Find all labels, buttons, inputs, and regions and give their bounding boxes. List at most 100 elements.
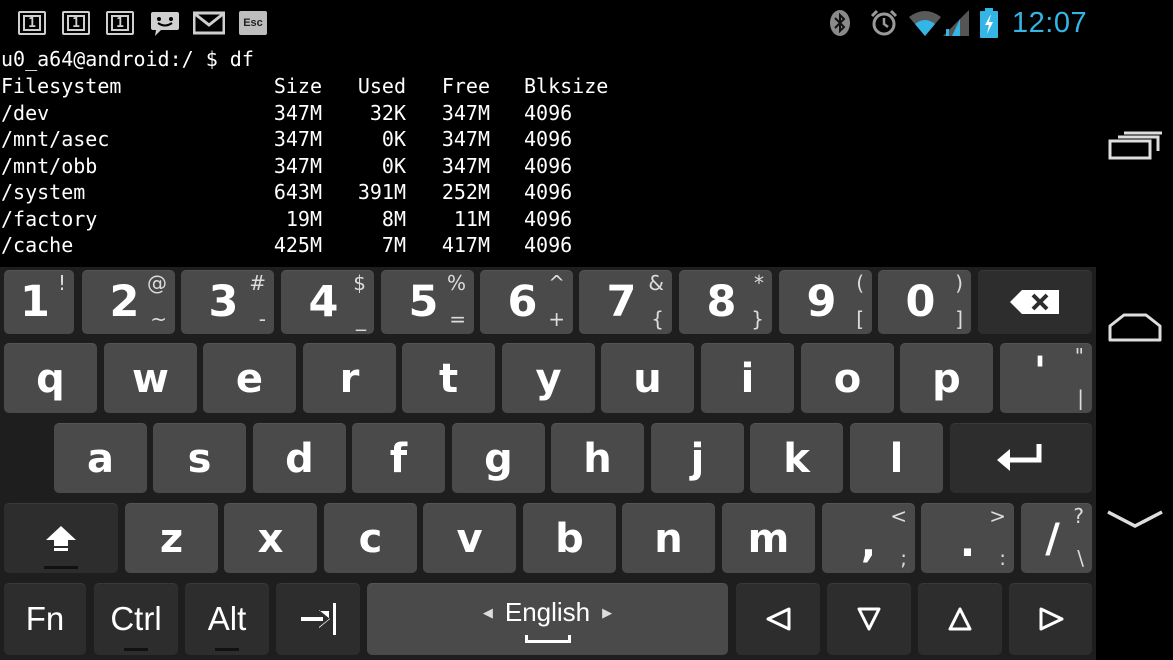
- prompt-line: u0_a64@android:/ $ df: [1, 47, 254, 71]
- terminal-output[interactable]: u0_a64@android:/ $ df Filesystem Size Us…: [0, 45, 1096, 267]
- esc-icon[interactable]: Esc: [239, 11, 267, 35]
- key-6[interactable]: 6 ^ +: [480, 270, 573, 334]
- table-cell: 391M: [357, 180, 406, 204]
- terminal-window-1-icon[interactable]: 1: [18, 11, 46, 35]
- arrow-right-key[interactable]: [1009, 583, 1092, 655]
- soft-keyboard: 1 ! 2 @ ~ 3 # - 4 $ _ 5 % = 6 ^ + 7 & { …: [0, 267, 1096, 660]
- shift-key[interactable]: [4, 503, 118, 573]
- table-cell: 643M: [273, 180, 322, 204]
- key-b[interactable]: b: [523, 503, 616, 573]
- arrow-up-key[interactable]: [918, 583, 1002, 655]
- key-p[interactable]: p: [900, 343, 993, 413]
- key-hint-top: ": [1074, 344, 1084, 368]
- key-k[interactable]: k: [750, 423, 843, 493]
- key-2[interactable]: 2 @ ~: [82, 270, 175, 334]
- key-hint-top: >: [989, 504, 1006, 528]
- key-comma[interactable]: , < ;: [822, 503, 915, 573]
- key-f[interactable]: f: [352, 423, 445, 493]
- key-slash[interactable]: / ? \: [1021, 503, 1092, 573]
- chat-bubble-icon[interactable]: [149, 11, 181, 37]
- enter-key[interactable]: [950, 423, 1092, 493]
- key-q[interactable]: q: [4, 343, 97, 413]
- fn-key[interactable]: Fn: [4, 583, 86, 655]
- tab-key[interactable]: [276, 583, 360, 655]
- home-icon[interactable]: [1096, 288, 1173, 368]
- key-h[interactable]: h: [551, 423, 644, 493]
- key-7[interactable]: 7 & {: [579, 270, 672, 334]
- status-bar: 1 1 1 Esc 12:07: [0, 0, 1096, 46]
- key-main-label: b: [555, 516, 584, 562]
- column-header: Filesystem: [1, 74, 122, 98]
- key-hint-bottom: ~: [150, 307, 167, 331]
- table-row: /mnt/asec 347M 0K 347M 4096: [0, 126, 610, 153]
- key-w[interactable]: w: [104, 343, 197, 413]
- key-n[interactable]: n: [622, 503, 715, 573]
- key-u[interactable]: u: [601, 343, 694, 413]
- key-hint-top: &: [648, 271, 664, 295]
- key-g[interactable]: g: [452, 423, 545, 493]
- key-y[interactable]: y: [502, 343, 595, 413]
- key-c[interactable]: c: [324, 503, 417, 573]
- hide-keyboard-icon[interactable]: [1096, 480, 1173, 560]
- table-header-row: Filesystem Size Used Free Blksize: [0, 73, 610, 100]
- language-selector: ◀ English ▶: [367, 597, 728, 628]
- key-t[interactable]: t: [402, 343, 495, 413]
- key-main-label: c: [358, 516, 383, 562]
- key-j[interactable]: j: [651, 423, 744, 493]
- key-o[interactable]: o: [801, 343, 894, 413]
- key-main-label: t: [438, 356, 459, 402]
- key-period[interactable]: . > :: [921, 503, 1014, 573]
- recent-apps-icon[interactable]: [1096, 106, 1173, 186]
- key-0[interactable]: 0 ) ]: [878, 270, 971, 334]
- arrow-up-icon: [918, 583, 1002, 655]
- alt-key[interactable]: Alt: [185, 583, 269, 655]
- key-3[interactable]: 3 # -: [181, 270, 274, 334]
- notification-label: 1: [67, 15, 85, 31]
- key-a[interactable]: a: [54, 423, 147, 493]
- key-main-label: l: [889, 436, 904, 482]
- key-hint-top: $: [353, 271, 366, 295]
- table-cell: 347M: [273, 153, 322, 178]
- key-5[interactable]: 5 % =: [381, 270, 474, 334]
- key-main-label: Fn: [25, 600, 65, 637]
- key-hint-top: ): [955, 271, 963, 295]
- key-e[interactable]: e: [203, 343, 296, 413]
- key-s[interactable]: s: [153, 423, 246, 493]
- key-m[interactable]: m: [722, 503, 815, 573]
- table-row: /dev 347M 32K 347M 4096: [0, 100, 610, 127]
- key-hint-top: <: [890, 504, 907, 528]
- key-hint-bottom: =: [449, 307, 466, 331]
- terminal-window-1-icon[interactable]: 1: [106, 11, 134, 35]
- key-apostrophe[interactable]: ' " |: [1000, 343, 1092, 413]
- key-x[interactable]: x: [224, 503, 317, 573]
- table-row: /mnt/obb 347M 0K 347M 4096: [0, 153, 610, 180]
- column-header: Blksize: [524, 74, 609, 98]
- arrow-left-key[interactable]: [736, 583, 820, 655]
- key-d[interactable]: d: [253, 423, 346, 493]
- space-icon: [524, 635, 571, 643]
- key-r[interactable]: r: [303, 343, 396, 413]
- arrow-down-key[interactable]: [827, 583, 911, 655]
- key-1[interactable]: 1 !: [4, 270, 74, 334]
- table-cell: 4096: [524, 206, 573, 231]
- key-v[interactable]: v: [423, 503, 516, 573]
- key-hint-bottom: \: [1077, 546, 1084, 570]
- key-main-label: y: [535, 356, 562, 402]
- table-cell: /factory: [1, 206, 98, 231]
- mail-icon[interactable]: [193, 11, 225, 35]
- key-z[interactable]: z: [125, 503, 218, 573]
- key-hint-bottom: :: [999, 546, 1006, 570]
- key-4[interactable]: 4 $ _: [281, 270, 374, 334]
- key-l[interactable]: l: [850, 423, 943, 493]
- ctrl-indicator: [124, 648, 148, 651]
- terminal-window-1-icon[interactable]: 1: [62, 11, 90, 35]
- key-hint-top: (: [856, 271, 864, 295]
- space-key[interactable]: ◀ English ▶: [367, 583, 728, 655]
- language-label: English: [504, 597, 591, 627]
- arrow-right-icon: [1009, 583, 1092, 655]
- key-8[interactable]: 8 * }: [679, 270, 772, 334]
- ctrl-key[interactable]: Ctrl: [94, 583, 178, 655]
- key-i[interactable]: i: [701, 343, 794, 413]
- key-9[interactable]: 9 ( [: [779, 270, 872, 334]
- backspace-key[interactable]: [978, 270, 1092, 334]
